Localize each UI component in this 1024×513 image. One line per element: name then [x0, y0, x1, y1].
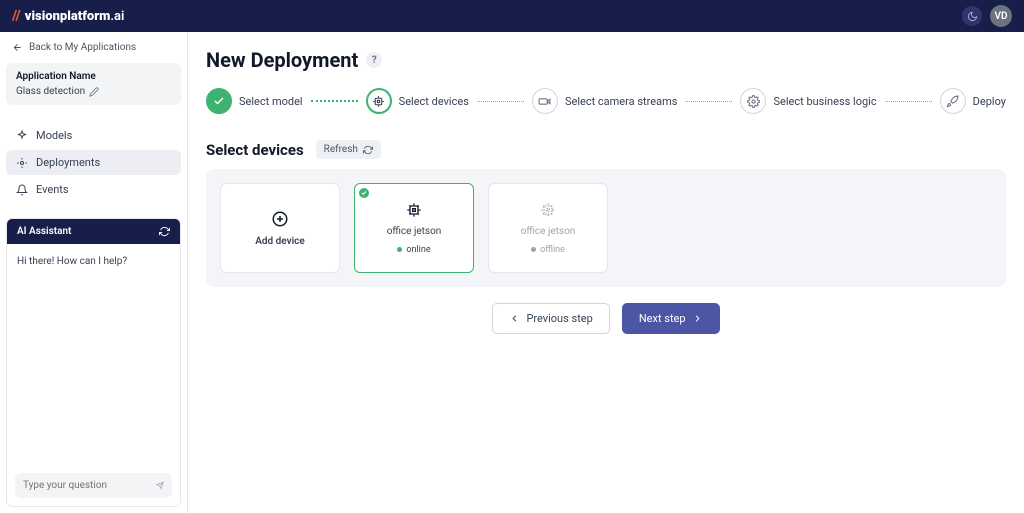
moon-icon	[967, 11, 978, 22]
arrow-left-icon	[12, 42, 23, 53]
step-label: Select business logic	[773, 95, 876, 108]
main-content: New Deployment ? Select model Select dev…	[188, 32, 1024, 513]
application-name-value: Glass detection	[16, 86, 85, 97]
previous-step-button[interactable]: Previous step	[492, 303, 609, 334]
sparkle-icon	[16, 130, 28, 142]
application-name-card: Application Name Glass detection	[6, 63, 181, 105]
stepper: Select model Select devices Select camer…	[206, 88, 1006, 114]
refresh-icon[interactable]	[159, 226, 170, 237]
device-name: office jetson	[387, 226, 442, 237]
nav-item-events[interactable]: Events	[6, 177, 181, 202]
next-step-button[interactable]: Next step	[622, 303, 720, 334]
camera-icon	[538, 95, 551, 108]
add-device-card[interactable]: Add device	[220, 183, 340, 273]
logo-icon: //	[12, 8, 21, 24]
assistant-title: AI Assistant	[17, 226, 71, 237]
rocket-icon	[946, 95, 959, 108]
step-label: Select camera streams	[565, 95, 677, 108]
nav-label: Models	[36, 129, 72, 142]
check-icon	[213, 95, 225, 107]
ai-assistant-panel: AI Assistant Hi there! How can I help?	[6, 218, 181, 507]
device-status: offline	[540, 245, 565, 255]
back-to-applications[interactable]: Back to My Applications	[6, 38, 181, 57]
logo[interactable]: // visionplatform.ai	[12, 8, 124, 24]
selected-check-icon	[359, 188, 369, 198]
nav-label: Deployments	[36, 156, 100, 169]
device-name: office jetson	[521, 226, 576, 237]
step-deploy[interactable]: Deploy	[940, 88, 1006, 114]
sidebar: Back to My Applications Application Name…	[0, 32, 188, 513]
device-card[interactable]: office jetson online	[354, 183, 474, 273]
plus-circle-icon	[271, 210, 289, 228]
topbar: // visionplatform.ai VD	[0, 0, 1024, 32]
section-title: Select devices	[206, 141, 304, 159]
device-status: online	[406, 245, 430, 255]
user-avatar[interactable]: VD	[990, 5, 1012, 27]
nav-label: Events	[36, 183, 69, 196]
gear-icon	[747, 95, 760, 108]
cpu-icon	[540, 202, 556, 218]
edit-icon[interactable]	[89, 87, 99, 97]
step-business-logic[interactable]: Select business logic	[740, 88, 876, 114]
step-label: Select model	[239, 95, 303, 108]
next-label: Next step	[639, 312, 686, 325]
assistant-input[interactable]	[23, 480, 156, 491]
bell-icon	[16, 184, 28, 196]
prev-label: Previous step	[526, 312, 592, 325]
cpu-icon	[406, 202, 422, 218]
step-label: Select devices	[399, 95, 469, 108]
step-select-devices[interactable]: Select devices	[366, 88, 469, 114]
send-icon[interactable]	[156, 479, 164, 492]
add-device-label: Add device	[255, 236, 305, 247]
step-select-model[interactable]: Select model	[206, 88, 303, 114]
theme-toggle[interactable]	[962, 6, 982, 26]
device-card[interactable]: office jetson offline	[488, 183, 608, 273]
refresh-label: Refresh	[324, 144, 358, 155]
cpu-icon	[372, 95, 385, 108]
device-grid: Add device office jetson online office j…	[206, 169, 1006, 287]
assistant-greeting: Hi there! How can I help?	[7, 244, 180, 464]
nav-item-models[interactable]: Models	[6, 123, 181, 148]
refresh-button[interactable]: Refresh	[316, 140, 381, 159]
refresh-icon	[363, 145, 373, 155]
deploy-icon	[16, 157, 28, 169]
nav-item-deployments[interactable]: Deployments	[6, 150, 181, 175]
step-select-streams[interactable]: Select camera streams	[532, 88, 677, 114]
page-title: New Deployment	[206, 48, 358, 72]
step-label: Deploy	[973, 95, 1006, 108]
chevron-right-icon	[692, 313, 703, 324]
back-label: Back to My Applications	[29, 42, 136, 53]
help-icon[interactable]: ?	[366, 52, 382, 68]
application-name-label: Application Name	[16, 71, 171, 82]
chevron-left-icon	[509, 313, 520, 324]
